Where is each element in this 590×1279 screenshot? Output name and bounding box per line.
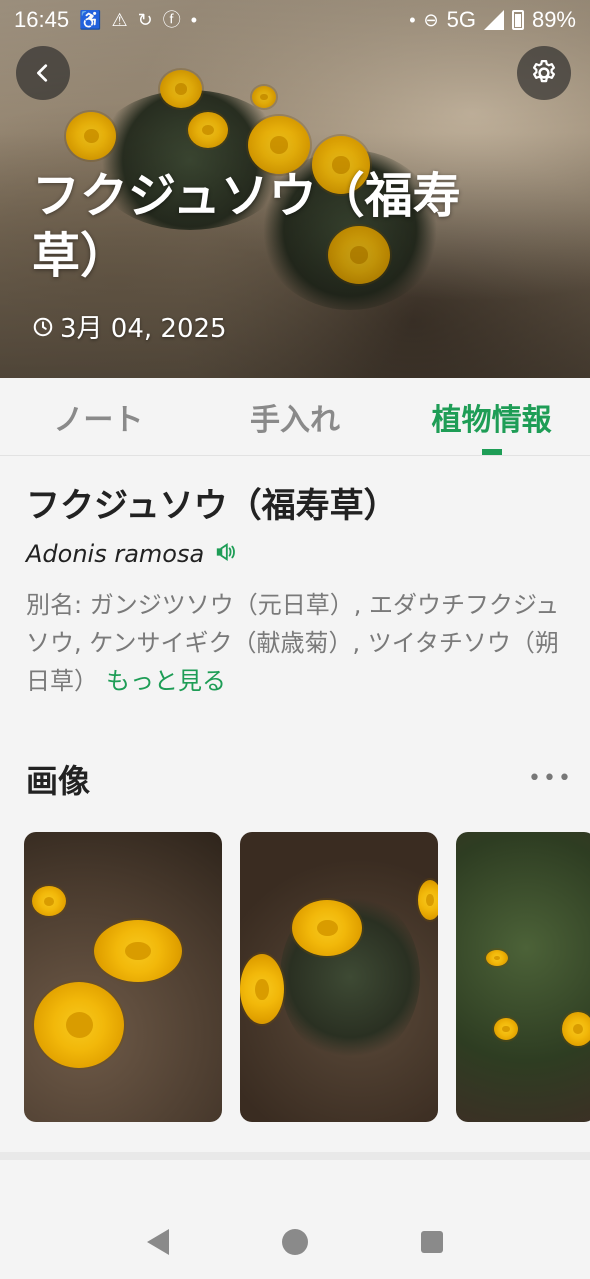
speaker-icon[interactable] — [214, 542, 236, 567]
hero-image: 16:45 ♿ ⚠ ↻ ⓕ • • ⊖ 5G 89% フクジュソウ（福寿草） 3… — [0, 0, 590, 378]
plant-name: フクジュソウ（福寿草） — [26, 486, 398, 526]
scientific-name: Adonis ramosa — [26, 540, 205, 568]
status-time: 16:45 — [14, 7, 70, 32]
settings-button[interactable] — [517, 46, 571, 100]
date-text: 3月 04, 2025 — [60, 314, 227, 344]
nav-home-icon[interactable] — [281, 1229, 308, 1255]
images-header: 画像 — [26, 762, 91, 800]
system-nav-bar — [0, 1205, 590, 1279]
flower — [418, 880, 438, 920]
gallery-image[interactable] — [240, 832, 438, 1122]
signal-icon — [483, 10, 504, 30]
scientific-name-row: Adonis ramosa — [26, 540, 236, 568]
show-more-link[interactable]: もっと見る — [106, 667, 226, 695]
aliases-text: 別名: ガンジツソウ（元日草）, エダウチフクジュソウ, ケンサイギク（献歳菊）… — [26, 586, 566, 700]
tab-plant-info[interactable]: 植物情報 — [393, 378, 590, 455]
flower — [494, 1018, 518, 1040]
tab-bar: ノート 手入れ 植物情報 — [0, 378, 590, 456]
flower — [34, 982, 124, 1068]
do-not-disturb-icon: ⊖ — [423, 10, 439, 30]
nav-back-icon[interactable] — [146, 1229, 169, 1255]
image-gallery — [24, 832, 590, 1122]
more-horizontal-icon[interactable]: ••• — [528, 766, 573, 791]
section-divider — [0, 1152, 590, 1160]
gallery-image[interactable] — [456, 832, 590, 1122]
dot-icon: • — [190, 10, 198, 30]
flower — [486, 950, 508, 966]
warning-icon: ⚠ — [111, 10, 128, 30]
dot-icon: • — [409, 10, 416, 30]
chevron-left-icon — [37, 64, 48, 82]
network-label: 5G — [446, 7, 476, 32]
tab-notes[interactable]: ノート — [0, 378, 197, 455]
status-bar: 16:45 ♿ ⚠ ↻ ⓕ • • ⊖ 5G 89% — [0, 0, 590, 40]
gear-icon — [533, 60, 555, 83]
tab-care[interactable]: 手入れ — [197, 378, 394, 455]
back-button[interactable] — [16, 46, 70, 100]
accessibility-icon: ♿ — [79, 10, 102, 30]
flower — [292, 900, 362, 956]
clock-icon — [33, 317, 53, 336]
hero-title: フクジュソウ（福寿草） — [32, 168, 461, 284]
sync-icon: ↻ — [137, 10, 153, 30]
gallery-image[interactable] — [24, 832, 222, 1122]
flower — [32, 886, 66, 916]
hero-date: 3月 04, 2025 — [32, 308, 227, 345]
nav-recents-icon[interactable] — [421, 1231, 444, 1253]
flower — [562, 1012, 590, 1046]
flower — [94, 920, 182, 982]
battery-icon — [511, 10, 524, 30]
battery-percent: 89% — [531, 7, 576, 32]
flower — [240, 954, 284, 1024]
facebook-icon: ⓕ — [162, 10, 181, 30]
